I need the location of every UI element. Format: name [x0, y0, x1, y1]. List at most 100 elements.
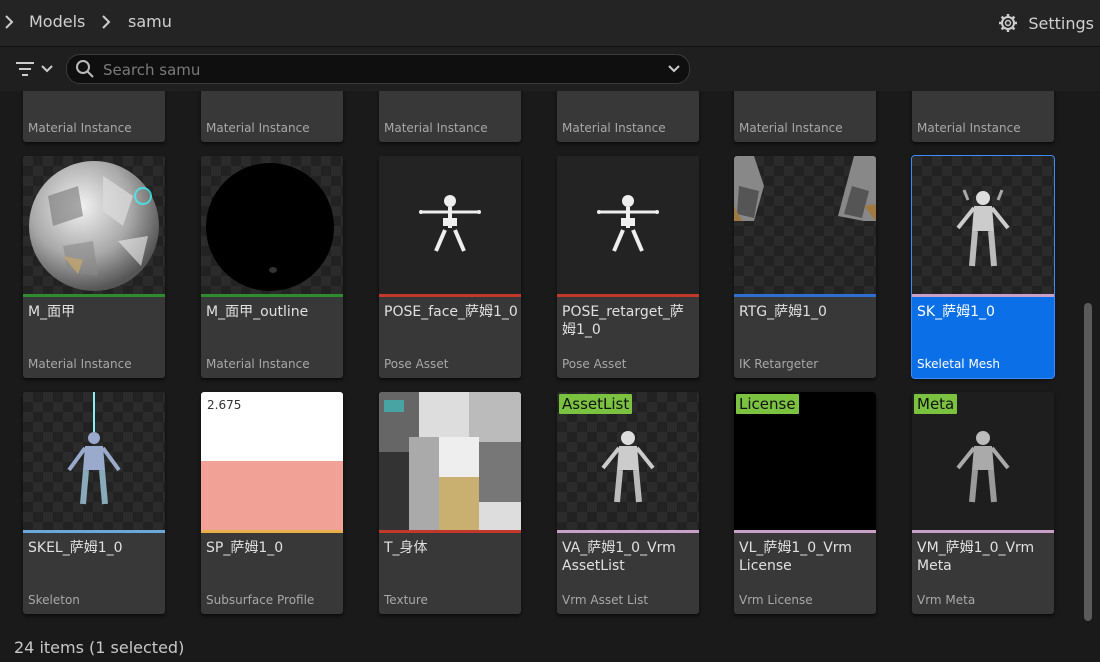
scrollbar-thumb[interactable] — [1084, 303, 1092, 621]
asset-type-bar — [734, 294, 876, 297]
asset-tile[interactable]: Material Instance — [23, 91, 165, 142]
asset-type-bar — [379, 530, 521, 533]
material-sphere-icon — [29, 161, 159, 291]
asset-name: SP_萨姆1_0 — [206, 540, 284, 556]
skeleton-icon — [597, 195, 659, 252]
asset-type: Material Instance — [562, 121, 666, 135]
asset-type: Material Instance — [739, 121, 843, 135]
asset-type-bar — [201, 530, 343, 533]
asset-type: Pose Asset — [562, 357, 627, 371]
asset-tile-sp[interactable]: 2.675 SP_萨姆1_0 Subsurface Profile — [201, 392, 343, 614]
asset-type: Pose Asset — [384, 357, 449, 371]
breadcrumb-models[interactable]: Models — [29, 12, 85, 31]
asset-name: M_面甲_outline — [206, 304, 309, 320]
asset-thumbnail — [557, 156, 699, 294]
breadcrumb-bar: Models samu Settings — [0, 0, 1100, 47]
asset-thumbnail: License — [734, 392, 876, 530]
asset-type: Material Instance — [384, 121, 488, 135]
asset-name: SK_萨姆1_0 — [917, 304, 995, 320]
asset-name: VA_萨姆1_0_Vrm AssetList — [562, 540, 676, 574]
asset-tile[interactable]: Material Instance — [379, 91, 521, 142]
status-text: 24 items (1 selected) — [14, 638, 185, 657]
asset-thumbnail — [379, 156, 521, 294]
asset-thumbnail — [201, 156, 343, 294]
search-icon — [76, 60, 94, 78]
asset-thumbnail — [23, 392, 165, 530]
asset-type: IK Retargeter — [739, 357, 819, 371]
asset-name: RTG_萨姆1_0 — [739, 304, 827, 320]
settings-button[interactable]: Settings — [998, 10, 1094, 36]
asset-tile-rtg[interactable]: RTG_萨姆1_0 IK Retargeter — [734, 156, 876, 378]
asset-badge: Meta — [914, 394, 958, 414]
asset-grid: Material Instance Material Instance Mate… — [0, 91, 1100, 631]
breadcrumb-samu[interactable]: samu — [128, 12, 172, 31]
asset-tile-va[interactable]: AssetList VA_萨姆1_0_Vrm AssetList Vrm Ass… — [557, 392, 699, 614]
asset-name: T_身体 — [384, 540, 428, 556]
skeleton-mesh-icon — [67, 392, 121, 505]
gear-icon — [999, 14, 1018, 32]
asset-type-bar — [912, 530, 1054, 533]
asset-type: Material Instance — [917, 121, 1021, 135]
asset-badge: AssetList — [559, 394, 633, 414]
filter-icon[interactable] — [14, 57, 56, 81]
asset-type-bar — [201, 294, 343, 297]
search-toolbar — [0, 47, 1100, 91]
asset-type: Subsurface Profile — [206, 593, 315, 607]
asset-type: Vrm Asset List — [562, 593, 649, 607]
asset-thumbnail — [912, 156, 1054, 295]
chevron-down-icon[interactable] — [667, 62, 681, 76]
asset-type: Material Instance — [206, 121, 310, 135]
settings-label: Settings — [1028, 13, 1094, 33]
asset-type: Vrm Meta — [917, 593, 976, 607]
asset-name: VL_萨姆1_0_Vrm License — [739, 540, 852, 574]
asset-name: SKEL_萨姆1_0 — [28, 540, 123, 556]
asset-type: Skeleton — [28, 593, 80, 607]
asset-tile-sk-selected[interactable]: SK_萨姆1_0 Skeletal Mesh — [911, 155, 1055, 379]
asset-tile-vl[interactable]: License VL_萨姆1_0_Vrm License Vrm License — [734, 392, 876, 614]
asset-tile[interactable]: Material Instance — [912, 91, 1054, 142]
asset-type: Texture — [384, 593, 428, 607]
asset-thumbnail: Meta — [912, 392, 1054, 530]
asset-type: Material Instance — [28, 357, 132, 371]
asset-thumbnail: AssetList — [557, 392, 699, 530]
asset-tile-m-mask-outline[interactable]: M_面甲_outline Material Instance — [201, 156, 343, 378]
asset-type: Material Instance — [28, 121, 132, 135]
asset-name: M_面甲 — [28, 304, 76, 320]
asset-type-bar — [734, 530, 876, 533]
asset-type-bar — [557, 294, 699, 297]
asset-name: POSE_face_萨姆1_0 — [384, 304, 518, 320]
texture-preview-icon — [379, 392, 521, 530]
asset-tile-pose-face[interactable]: POSE_face_萨姆1_0 Pose Asset — [379, 156, 521, 378]
asset-type-bar — [557, 530, 699, 533]
asset-tile-t-body[interactable]: T_身体 Texture — [379, 392, 521, 614]
asset-tile[interactable]: Material Instance — [201, 91, 343, 142]
material-sphere-icon — [206, 163, 334, 291]
asset-type-bar — [23, 294, 165, 297]
asset-type-bar — [379, 294, 521, 297]
asset-type-bar — [23, 530, 165, 533]
asset-type: Vrm License — [739, 593, 813, 607]
asset-tile[interactable]: Material Instance — [557, 91, 699, 142]
asset-name: VM_萨姆1_0_Vrm Meta — [917, 540, 1035, 574]
character-model-icon — [956, 189, 1010, 267]
asset-type: Skeletal Mesh — [917, 357, 1001, 371]
asset-thumbnail — [734, 156, 876, 294]
asset-tile-skel[interactable]: SKEL_萨姆1_0 Skeleton — [23, 392, 165, 614]
asset-name: POSE_retarget_萨姆1_0 — [562, 304, 684, 338]
chevron-right-icon[interactable] — [4, 14, 14, 30]
asset-tile-m-mask[interactable]: M_面甲 Material Instance — [23, 156, 165, 378]
asset-tile[interactable]: Material Instance — [734, 91, 876, 142]
skeleton-icon — [419, 195, 481, 252]
asset-tile-pose-retarget[interactable]: POSE_retarget_萨姆1_0 Pose Asset — [557, 156, 699, 378]
asset-thumbnail: 2.675 — [201, 392, 343, 530]
asset-thumbnail — [379, 392, 521, 530]
chevron-right-icon[interactable] — [101, 14, 111, 30]
asset-badge: License — [736, 394, 799, 414]
asset-type-bar — [912, 294, 1054, 297]
asset-type: Material Instance — [206, 357, 310, 371]
retargeter-preview-icon — [734, 156, 876, 221]
search-box[interactable] — [66, 54, 690, 84]
search-input[interactable] — [101, 58, 645, 82]
subsurface-value: 2.675 — [207, 398, 242, 412]
asset-tile-vm[interactable]: Meta VM_萨姆1_0_Vrm Meta Vrm Meta — [912, 392, 1054, 614]
